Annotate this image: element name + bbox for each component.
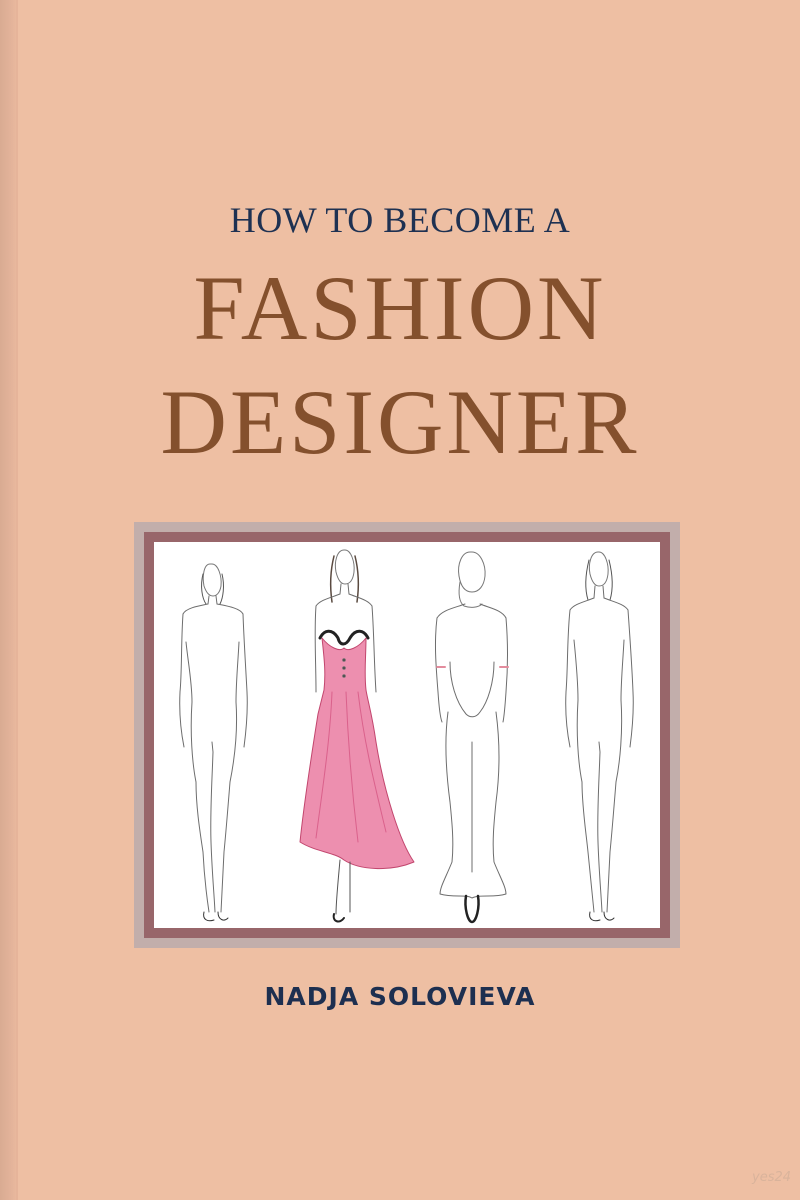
book-spine [0,0,16,1200]
cover-title-line-2: DESIGNER [160,371,640,473]
croquis-front-1 [179,563,248,922]
croquis-back-view [434,551,509,924]
cover-author: NADJA SOLOVIEVA [264,982,536,1011]
cover-subtitle: HOW TO BECOME A [229,200,571,240]
fashion-sketch-illustration [154,542,660,928]
cover-title-line-1: FASHION [193,257,607,359]
croquis-pink-gown [299,549,415,923]
watermark: yes24 [752,1170,792,1185]
croquis-front-2 [565,551,634,922]
book-cover: HOW TO BECOME A FASHION DESIGNER NADJA S… [0,0,800,1200]
spine-edge [16,0,18,1200]
